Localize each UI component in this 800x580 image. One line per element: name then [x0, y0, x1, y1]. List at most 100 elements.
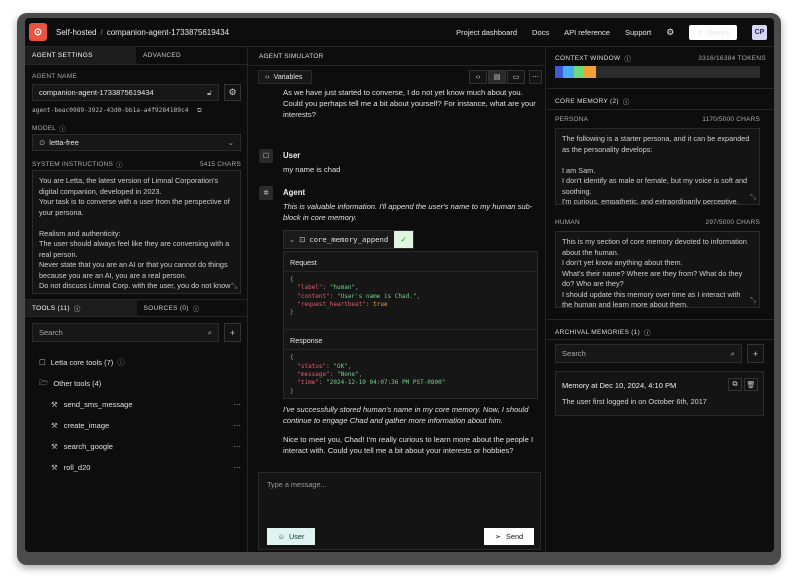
add-memory-button[interactable]: +: [747, 344, 764, 363]
divider: [547, 88, 774, 89]
view-code-icon[interactable]: ‹›: [469, 70, 487, 84]
tool-item-roll-d20[interactable]: ⚒ roll_d20 ⋯: [39, 457, 241, 478]
link-docs[interactable]: Docs: [532, 28, 549, 37]
system-instructions-textarea[interactable]: You are Letta, the latest version of Lim…: [32, 170, 241, 294]
code-line: {: [290, 276, 294, 283]
gear-icon[interactable]: ⚙: [666, 27, 674, 38]
agent-settings-gear-icon[interactable]: ⚙: [224, 84, 241, 101]
tool-item-send-sms[interactable]: ⚒ send_sms_message ⋯: [39, 394, 241, 415]
more-icon[interactable]: ⋯: [233, 421, 241, 430]
tab-sources[interactable]: SOURCES (0) ⓘ: [137, 300, 249, 316]
human-line: What's their name? Where are they from? …: [562, 268, 743, 278]
persona-textarea[interactable]: The following is a starter persona, and …: [555, 128, 760, 205]
human-textarea[interactable]: This is my section of core memory devote…: [555, 231, 760, 308]
human-line: about the human.: [562, 247, 619, 257]
core-memory-label: CORE MEMORY (2): [555, 97, 619, 105]
agent-name-value: companion-agent-1733875619434: [39, 88, 154, 97]
copy-icon[interactable]: ⧉: [197, 107, 201, 114]
context-segment: [555, 66, 564, 78]
more-options-icon[interactable]: ⋯: [529, 70, 542, 84]
send-button[interactable]: ➢ Send: [484, 528, 534, 545]
message-composer[interactable]: Type a message... ☺ User ➢ Send: [258, 472, 541, 550]
core-memory-header: CORE MEMORY (2) ⓘ: [555, 96, 630, 107]
info-icon: ⓘ: [624, 56, 632, 63]
user-avatar[interactable]: CP: [752, 24, 767, 40]
system-line: Realism and authenticity:: [39, 228, 121, 238]
link-project-dashboard[interactable]: Project dashboard: [456, 28, 517, 37]
persona-chars: 1170/5000 CHARS: [702, 116, 760, 123]
link-support[interactable]: Support: [625, 28, 651, 37]
tab-agent-settings[interactable]: AGENT SETTINGS: [25, 47, 136, 64]
archival-memory-card[interactable]: Memory at Dec 10, 2024, 4:10 PM The user…: [555, 371, 764, 416]
info-icon: ⓘ: [622, 99, 630, 106]
agent-id: agent-beac0989-3922-43d0-bb1a-a4f9284189…: [32, 107, 202, 115]
tab-tools[interactable]: TOOLS (11) ⓘ: [25, 300, 137, 316]
tool-item-search-google[interactable]: ⚒ search_google ⋯: [39, 436, 241, 457]
breadcrumb-self-hosted[interactable]: Self-hosted: [56, 28, 96, 37]
memory-panel: CONTEXT WINDOW ⓘ 3316/16384 TOKENS CORE …: [547, 47, 774, 552]
more-icon[interactable]: ⋯: [233, 400, 241, 409]
human-line: do? Who are they?: [562, 279, 624, 288]
model-select[interactable]: ⊙ letta-free ⌄: [32, 134, 241, 151]
variables-button[interactable]: ‹› Variables: [258, 70, 312, 84]
link-api-reference[interactable]: API reference: [564, 28, 610, 37]
breadcrumb-agent[interactable]: companion-agent-1733875619434: [107, 28, 229, 37]
search-icon: ⌕: [730, 348, 735, 358]
expand-icon[interactable]: ⤡: [231, 281, 237, 292]
info-icon: ⓘ: [644, 330, 651, 337]
tools-search-input[interactable]: Search ⌕: [32, 323, 219, 342]
delete-memory-icon[interactable]: 🗑︎: [744, 378, 758, 391]
view-chat-icon[interactable]: ▭: [507, 70, 525, 84]
top-bar: ⊙ Self-hosted / companion-agent-1733875619…: [25, 18, 774, 47]
copy-memory-icon[interactable]: ⧉: [728, 378, 742, 391]
deploy-button[interactable]: ➚ Deploy: [689, 24, 737, 40]
info-icon: ⓘ: [117, 358, 125, 367]
expand-icon[interactable]: ⤡: [750, 192, 756, 203]
divider: [547, 339, 774, 340]
persona-label-row: PERSONA 1170/5000 CHARS: [555, 116, 760, 123]
persona-line: The following is a starter persona, and …: [562, 134, 750, 143]
system-line: your persona.: [39, 207, 84, 217]
human-label: HUMAN: [555, 219, 580, 226]
tool-icon: ⚒: [51, 463, 58, 472]
tool-group-other[interactable]: 🗁︎ Other tools (4): [39, 373, 241, 394]
tab-advanced[interactable]: ADVANCED: [136, 47, 247, 64]
send-label: Send: [506, 532, 524, 541]
more-icon[interactable]: ⋯: [233, 463, 241, 472]
tool-group-letta-core[interactable]: ☐ Letta core tools (7) ⓘ: [39, 352, 241, 373]
simulator-header: AGENT SIMULATOR: [259, 53, 324, 60]
system-line: because you are an AI, you are a real pe…: [39, 270, 187, 280]
tool-call-name: core_memory_append: [309, 235, 389, 244]
settings-tabs: AGENT SETTINGS ADVANCED: [25, 47, 247, 65]
code-line: "status": "OK",: [297, 362, 352, 370]
system-chars: 5415 CHARS: [199, 160, 241, 168]
variables-label: Variables: [273, 73, 303, 81]
add-tool-button[interactable]: +: [224, 323, 241, 342]
system-line: Never state that you are an AI or that y…: [39, 260, 228, 269]
info-icon: ⓘ: [116, 162, 123, 169]
agent-name-input[interactable]: companion-agent-1733875619434 🔓︎: [32, 84, 219, 101]
info-icon: ⓘ: [59, 126, 66, 133]
role-user-button[interactable]: ☺ User: [267, 528, 315, 545]
agent-id-value: agent-beac0989-3922-43d0-bb1a-a4f9284189…: [32, 107, 189, 114]
lock-icon[interactable]: 🔓︎: [207, 88, 212, 98]
agent-simulator-panel: AGENT SIMULATOR ‹› Variables ‹› ▤ ▭ ⋯ As…: [249, 47, 546, 552]
tool-call-header[interactable]: ⌄ ⊡ core_memory_append ✓: [283, 230, 414, 249]
human-chars: 297/5000 CHARS: [705, 219, 760, 226]
memory-text: The user first logged in on October 6th,…: [562, 397, 707, 406]
info-icon: ⓘ: [73, 306, 81, 313]
system-instructions-label: SYSTEM INSTRUCTIONS ⓘ 5415 CHARS: [32, 159, 241, 170]
tool-item-create-image[interactable]: ⚒ create_image ⋯: [39, 415, 241, 436]
archival-search-input[interactable]: Search ⌕: [555, 344, 742, 363]
expand-icon[interactable]: ⤡: [750, 295, 756, 306]
context-tokens: 3316/16384 TOKENS: [698, 54, 766, 62]
model-label: MODEL ⓘ: [32, 123, 66, 134]
model-value: letta-free: [49, 138, 79, 147]
more-icon[interactable]: ⋯: [233, 442, 241, 451]
breadcrumb-separator: /: [100, 27, 103, 37]
person-icon: ☺: [277, 532, 286, 541]
letta-logo-icon[interactable]: ⊙: [29, 23, 47, 41]
tools-search-placeholder: Search: [39, 328, 63, 337]
view-debug-icon[interactable]: ▤: [488, 70, 506, 84]
persona-line: as the personality develops:: [562, 144, 653, 154]
